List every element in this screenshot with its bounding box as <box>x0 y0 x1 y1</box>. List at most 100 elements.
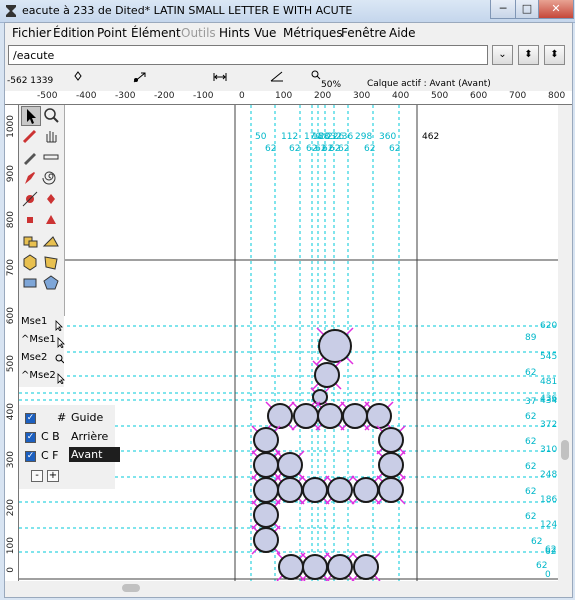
scale-tool-icon[interactable] <box>21 232 41 252</box>
vruler-tick: 1000 <box>6 115 16 138</box>
previous-glyph-button[interactable]: ⬍ <box>518 45 539 65</box>
knife-tool-icon[interactable] <box>21 148 41 168</box>
menu-hints[interactable]: Hints <box>219 26 250 40</box>
window-title: eacute à 233 de Dited* LATIN SMALL LETTE… <box>22 4 353 17</box>
hruler-tick: 300 <box>353 91 371 101</box>
pen-tool-icon[interactable] <box>21 169 41 189</box>
glyph-point[interactable] <box>300 475 330 505</box>
polygon-tool-icon[interactable] <box>42 274 62 294</box>
next-glyph-button[interactable]: ⬍ <box>544 45 565 65</box>
menu-fichier[interactable]: Fichier <box>12 26 51 40</box>
active-layer-label: Calque actif : Avant (Avant) <box>367 79 491 89</box>
pointer-tool-icon[interactable] <box>21 106 41 126</box>
layers-panel: ✓ # Guide ✓ C B Arrière ✓ C F Avant - + <box>19 405 121 489</box>
curve-point-icon[interactable] <box>21 190 41 210</box>
glyph-point[interactable] <box>275 450 305 480</box>
menu-outils: Outils <box>181 26 216 40</box>
corner-point-icon[interactable] <box>21 211 41 231</box>
add-layer-button[interactable]: + <box>47 470 59 482</box>
glyph-point[interactable] <box>325 552 355 581</box>
menu-point[interactable]: Point <box>97 26 127 40</box>
back-visible-checkbox[interactable]: ✓ <box>25 432 36 443</box>
rectangle-tool-icon[interactable] <box>21 274 41 294</box>
close-button[interactable]: ✕ <box>538 0 574 19</box>
glyph-name-field[interactable]: /eacute <box>8 45 488 65</box>
title-bar: eacute à 233 de Dited* LATIN SMALL LETTE… <box>0 0 575 23</box>
menu-vue[interactable]: Vue <box>254 26 276 40</box>
glyph-point[interactable] <box>325 475 355 505</box>
remove-layer-button[interactable]: - <box>31 470 43 482</box>
horizontal-scrollbar[interactable] <box>19 581 558 595</box>
vscroll-thumb[interactable] <box>561 440 569 460</box>
hruler-tick: -200 <box>154 91 175 101</box>
pointer-arrow-icon <box>133 72 146 83</box>
hruler-tick: -100 <box>193 91 214 101</box>
vertical-scrollbar[interactable] <box>558 105 572 581</box>
point-icon <box>74 71 82 81</box>
glyph-point[interactable] <box>340 401 370 431</box>
glyph-point[interactable] <box>251 500 281 530</box>
menu-edition[interactable]: Édition <box>53 26 95 40</box>
hv-point-icon[interactable] <box>42 190 62 210</box>
glyph-canvas[interactable]: 462 50 112 170 188 203 226 236 298 360 6… <box>19 105 558 581</box>
glyph-point[interactable] <box>300 552 330 581</box>
menu-fenetre[interactable]: Fenêtre <box>341 26 386 40</box>
glyph-point[interactable] <box>312 360 342 390</box>
vruler-tick: 300 <box>6 451 16 469</box>
minimize-button[interactable]: ─ <box>490 0 516 19</box>
glyph-point[interactable] <box>351 552 381 581</box>
glyph-point[interactable] <box>310 387 330 407</box>
glyph-point[interactable] <box>251 525 281 555</box>
glyph-point[interactable] <box>291 401 321 431</box>
hscroll-thumb[interactable] <box>122 584 140 592</box>
layer-back-label[interactable]: Arrière <box>71 430 108 443</box>
horizontal-ruler: -500 -400 -300 -200 -100 0 100 200 300 4… <box>5 91 572 105</box>
modifier-ctrl-mse2: ^Mse2 <box>21 370 56 381</box>
glyph-point[interactable] <box>251 475 281 505</box>
zoom-level: 50% <box>321 80 342 90</box>
fore-visible-checkbox[interactable]: ✓ <box>25 451 36 462</box>
maximize-button[interactable]: □ <box>515 0 539 19</box>
freehand-tool-icon[interactable] <box>21 127 41 147</box>
spiro-tool-icon[interactable] <box>42 169 62 189</box>
angle-icon <box>270 71 283 82</box>
cursor-coordinates: -562 1339 <box>7 76 54 86</box>
menu-aide[interactable]: Aide <box>389 26 416 40</box>
ctrl-mse2-pointer-icon <box>57 373 65 384</box>
glyph-point[interactable] <box>376 425 406 455</box>
glyph-point[interactable] <box>265 401 295 431</box>
info-bar: -562 1339 50% Calque actif : Avant (Avan… <box>5 69 572 90</box>
layer-guide-label[interactable]: Guide <box>71 411 103 424</box>
hruler-tick: 0 <box>239 91 245 101</box>
glyph-point[interactable] <box>364 401 394 431</box>
menu-element[interactable]: Élément <box>131 26 181 40</box>
magnify-tool-icon[interactable] <box>42 106 62 126</box>
scroll-hand-icon[interactable] <box>42 127 62 147</box>
tangent-point-icon[interactable] <box>42 211 62 231</box>
perspective-tool-icon[interactable] <box>42 253 62 273</box>
ruler-tool-icon[interactable] <box>42 148 62 168</box>
hruler-tick: 700 <box>509 91 527 101</box>
glyph-point[interactable] <box>275 475 305 505</box>
vruler-tick: 200 <box>6 499 16 517</box>
layer-fore-label[interactable]: Avant <box>69 447 121 462</box>
glyph-outline[interactable] <box>19 105 558 581</box>
glyph-point[interactable] <box>251 425 281 455</box>
flip-tool-icon[interactable] <box>42 232 62 252</box>
guide-visible-checkbox[interactable]: ✓ <box>25 413 36 424</box>
glyph-point[interactable] <box>376 475 406 505</box>
3d-rotate-icon[interactable] <box>21 253 41 273</box>
glyph-point[interactable] <box>251 450 281 480</box>
glyph-point[interactable] <box>276 552 306 581</box>
menu-metriques[interactable]: Métriques <box>283 26 343 40</box>
glyph-point[interactable] <box>316 327 354 365</box>
hruler-tick: 200 <box>314 91 332 101</box>
glyph-dropdown-button[interactable]: ⌄ <box>492 45 513 65</box>
modifier-ctrl-mse1: ^Mse1 <box>21 334 56 345</box>
glyph-point[interactable] <box>351 475 381 505</box>
vruler-tick: 500 <box>6 355 16 373</box>
hruler-tick: 600 <box>470 91 488 101</box>
layer-fore-prefix: C F <box>41 449 59 462</box>
glyph-point[interactable] <box>376 450 406 480</box>
glyph-point[interactable] <box>315 401 345 431</box>
